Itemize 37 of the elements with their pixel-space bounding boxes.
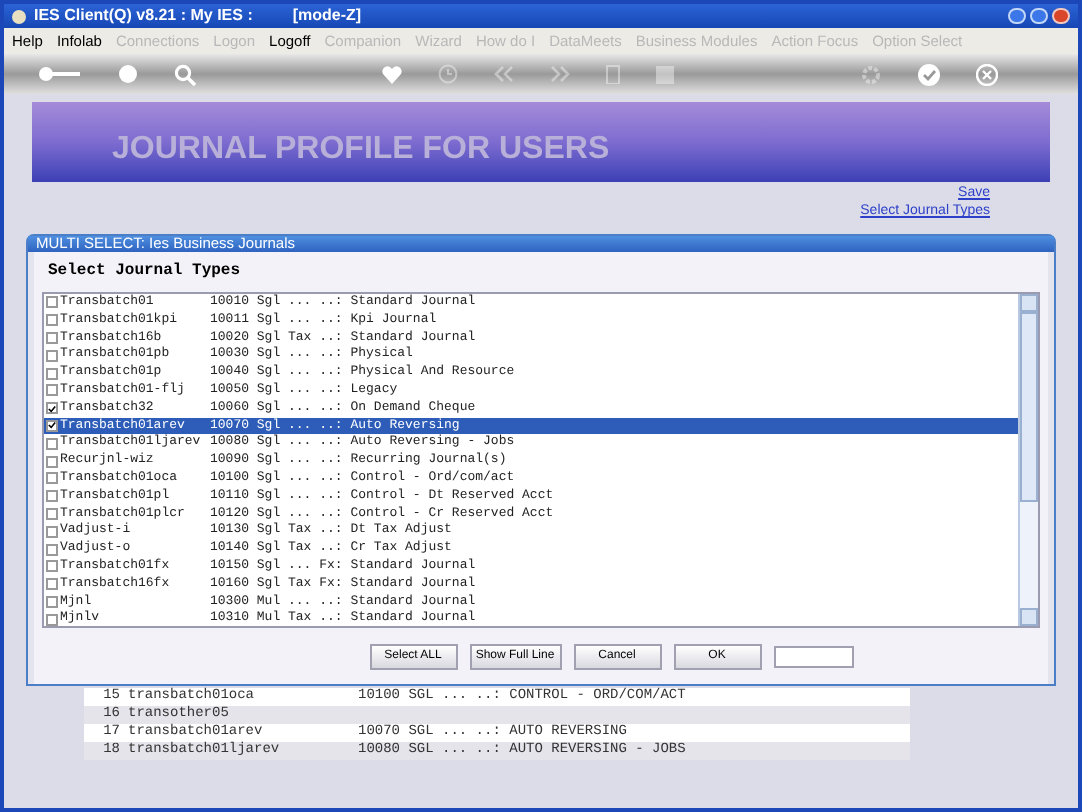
scroll-thumb[interactable] [1020, 312, 1038, 502]
close-icon[interactable] [976, 63, 998, 85]
close-button[interactable] [1052, 8, 1070, 24]
page-heading: JOURNAL PROFILE FOR USERS [112, 134, 610, 166]
search-icon[interactable] [174, 63, 196, 85]
scroll-down-icon[interactable] [1020, 608, 1038, 626]
heart-icon[interactable] [382, 65, 402, 83]
key-icon[interactable] [38, 64, 82, 84]
checkbox[interactable] [46, 472, 58, 485]
checkbox[interactable] [46, 490, 58, 503]
checkbox[interactable] [46, 331, 58, 344]
window-title: IES Client(Q) v8.21 : My IES : [34, 8, 253, 24]
checkbox[interactable] [46, 525, 58, 538]
checkbox[interactable] [46, 349, 58, 362]
checkbox[interactable] [46, 613, 58, 626]
prompt-label: Select Journal Types [48, 260, 241, 284]
window-mode: [mode-Z] [292, 8, 362, 24]
checkbox[interactable] [46, 578, 58, 591]
check-icon[interactable] [918, 63, 940, 85]
checkbox[interactable] [46, 543, 58, 556]
checkbox[interactable] [46, 595, 58, 608]
checkbox[interactable] [46, 437, 58, 450]
checkbox[interactable] [46, 455, 58, 468]
checkbox[interactable] [46, 384, 58, 397]
checkbox[interactable] [46, 296, 58, 309]
checkbox[interactable] [46, 367, 58, 380]
checkbox[interactable] [46, 507, 58, 520]
minimize-button[interactable] [1008, 8, 1026, 24]
app-icon [12, 9, 26, 23]
scroll-up-icon[interactable] [1020, 294, 1038, 312]
maximize-button[interactable] [1030, 8, 1048, 24]
vertical-scrollbar[interactable] [1018, 294, 1038, 626]
input-field[interactable] [773, 645, 853, 667]
checkbox[interactable] [46, 402, 58, 415]
checkbox[interactable] [46, 560, 58, 573]
checkbox[interactable] [46, 419, 58, 432]
checkbox[interactable] [46, 314, 58, 327]
